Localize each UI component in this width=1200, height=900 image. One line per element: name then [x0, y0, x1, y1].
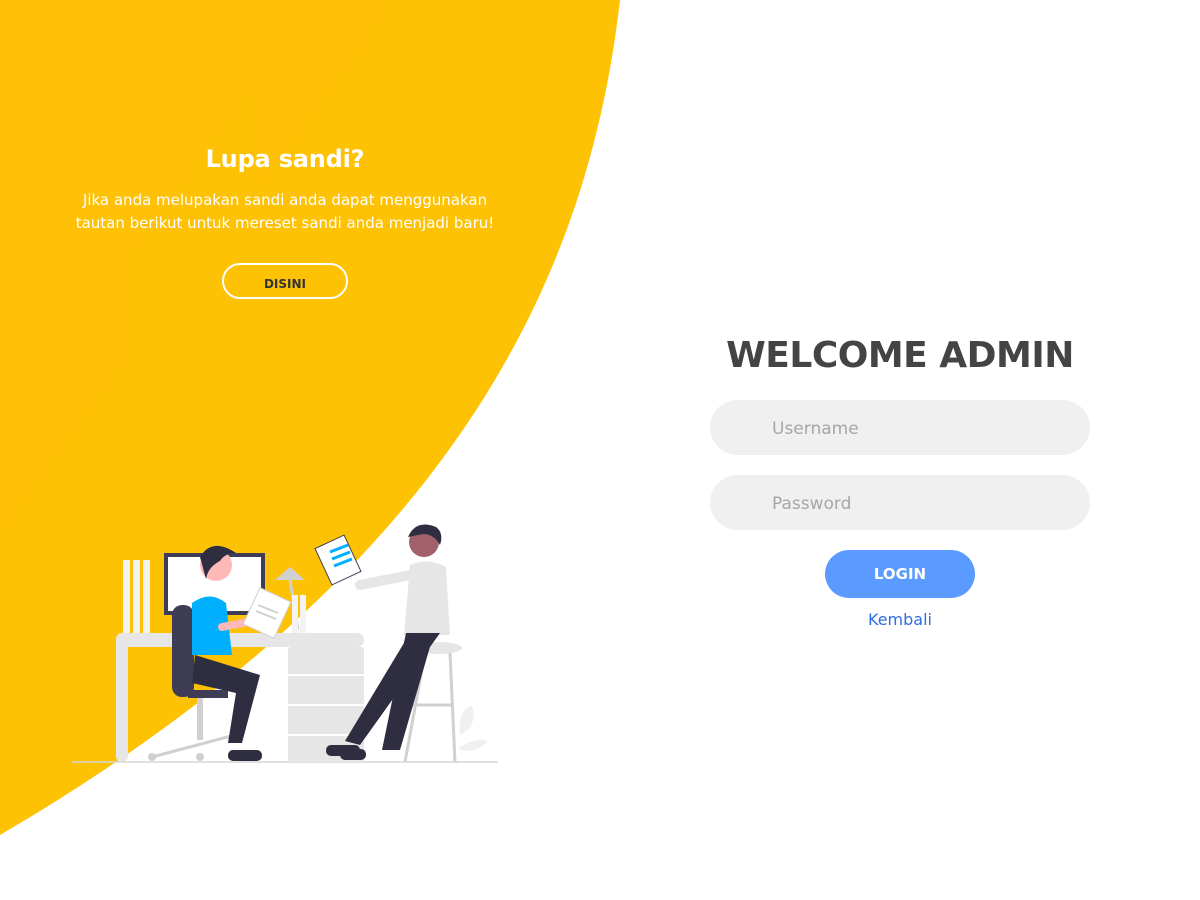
forgot-password-title: Lupa sandi?	[205, 145, 365, 173]
welcome-title: WELCOME ADMIN	[726, 335, 1074, 376]
two-people-office-illustration	[72, 524, 498, 763]
login-form: WELCOME ADMIN LOGIN Kembali	[710, 335, 1090, 629]
forgot-password-description: Jika anda melupakan sandi anda dapat men…	[75, 191, 495, 232]
reset-password-button[interactable]: DISINI	[222, 263, 348, 299]
username-field	[710, 400, 1090, 457]
username-input[interactable]	[770, 400, 1074, 457]
login-button[interactable]: LOGIN	[825, 550, 975, 598]
password-field	[710, 475, 1090, 532]
back-link[interactable]: Kembali	[868, 610, 932, 629]
password-input[interactable]	[770, 475, 1074, 532]
forgot-password-panel: Lupa sandi? Jika anda melupakan sandi an…	[60, 145, 510, 299]
